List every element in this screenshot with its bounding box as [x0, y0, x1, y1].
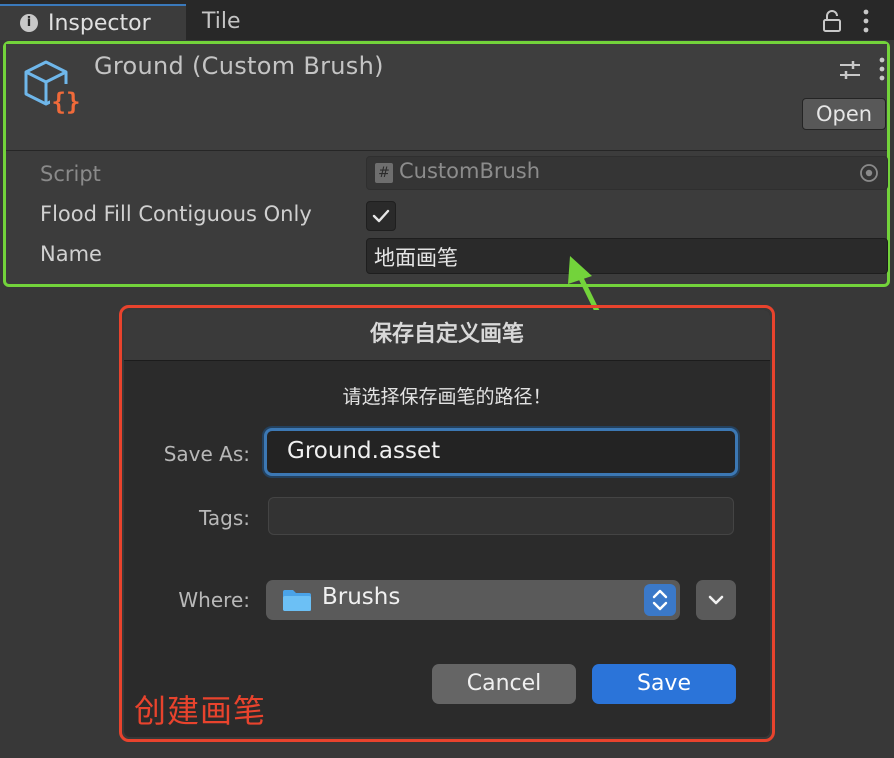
dialog-message: 请选择保存画笔的路径！: [342, 386, 552, 408]
tab-inspector-label: Inspector: [48, 11, 151, 36]
custom-brush-icon: {}: [24, 60, 82, 116]
checkmark-icon: [372, 209, 390, 223]
svg-text:{}: {}: [52, 88, 81, 116]
dialog-title: 保存自定义画笔: [369, 322, 524, 347]
preset-sliders-icon[interactable]: [838, 58, 862, 82]
script-label: Script: [40, 162, 101, 186]
chevron-down-icon: [708, 595, 724, 605]
cancel-button[interactable]: Cancel: [432, 664, 576, 704]
save-as-input[interactable]: Ground.asset: [264, 428, 738, 476]
dialog-titlebar: 保存自定义画笔: [124, 310, 770, 361]
component-menu-icon[interactable]: [878, 56, 886, 82]
annotation-label: 创建画笔: [134, 692, 267, 730]
tags-label: Tags:: [198, 506, 250, 530]
info-icon: i: [20, 14, 38, 32]
folder-icon: [283, 590, 311, 611]
kebab-menu-icon[interactable]: [862, 8, 870, 34]
where-label: Where:: [178, 588, 250, 612]
csharp-script-icon: #: [375, 163, 393, 183]
flood-fill-label: Flood Fill Contiguous Only: [40, 202, 312, 226]
object-title: Ground (Custom Brush): [94, 52, 384, 80]
tags-input[interactable]: [268, 497, 734, 535]
save-button[interactable]: Save: [592, 664, 736, 704]
script-value: CustomBrush: [399, 159, 541, 183]
inspector-panel: {} Ground (Custom Brush) Open Script # C…: [3, 41, 890, 287]
expand-button[interactable]: [696, 580, 736, 620]
lock-icon[interactable]: [822, 10, 842, 32]
name-label: Name: [40, 242, 102, 266]
open-button[interactable]: Open: [802, 98, 886, 130]
save-dialog: 保存自定义画笔 请选择保存画笔的路径！ Save As: Ground.asse…: [124, 310, 770, 737]
object-picker-icon[interactable]: [859, 163, 879, 183]
script-field[interactable]: # CustomBrush: [366, 156, 888, 190]
tab-bar: i Inspector Tile Palette: [0, 0, 894, 70]
flood-fill-checkbox[interactable]: [366, 201, 396, 231]
stepper-chevrons-icon: [644, 584, 676, 616]
save-as-value: Ground.asset: [287, 438, 441, 464]
where-select[interactable]: Brushs: [266, 580, 680, 620]
where-value: Brushs: [322, 584, 401, 610]
tab-inspector[interactable]: i Inspector: [0, 4, 186, 40]
save-as-label: Save As:: [163, 442, 250, 466]
name-value: 地面画笔: [374, 246, 458, 270]
